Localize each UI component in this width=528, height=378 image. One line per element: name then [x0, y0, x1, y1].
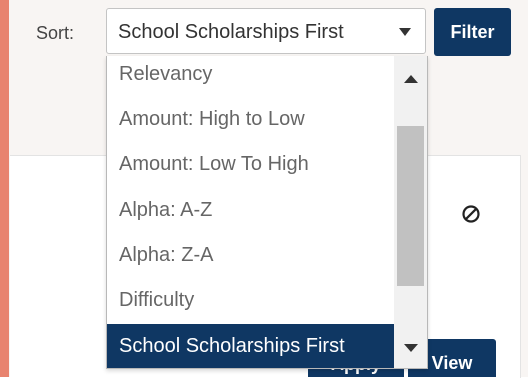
option-amount-high-to-low[interactable]: Amount: High to Low — [107, 97, 394, 142]
sort-selected-value: School Scholarships First — [118, 21, 344, 43]
sort-dropdown-list: Relevancy Amount: High to Low Amount: Lo… — [106, 56, 428, 369]
chevron-down-icon — [399, 28, 411, 36]
dropdown-scrollbar[interactable] — [394, 56, 427, 368]
option-alpha-a-z[interactable]: Alpha: A-Z — [107, 188, 394, 233]
option-school-scholarships-first[interactable]: School Scholarships First — [107, 324, 394, 368]
option-relevancy[interactable]: Relevancy — [107, 56, 394, 97]
option-difficulty[interactable]: Difficulty — [107, 278, 394, 323]
left-accent-stripe — [0, 0, 9, 377]
option-alpha-z-a[interactable]: Alpha: Z-A — [107, 233, 394, 278]
block-icon[interactable] — [460, 203, 482, 225]
scroll-up-arrow-icon[interactable] — [404, 75, 418, 83]
option-amount-low-to-high[interactable]: Amount: Low To High — [107, 142, 394, 187]
sort-label: Sort: — [36, 23, 75, 43]
sort-select[interactable]: School Scholarships First — [106, 8, 426, 54]
scrollbar-thumb[interactable] — [397, 126, 424, 286]
scroll-down-arrow-icon[interactable] — [404, 344, 418, 352]
filter-button[interactable]: Filter — [434, 8, 511, 56]
